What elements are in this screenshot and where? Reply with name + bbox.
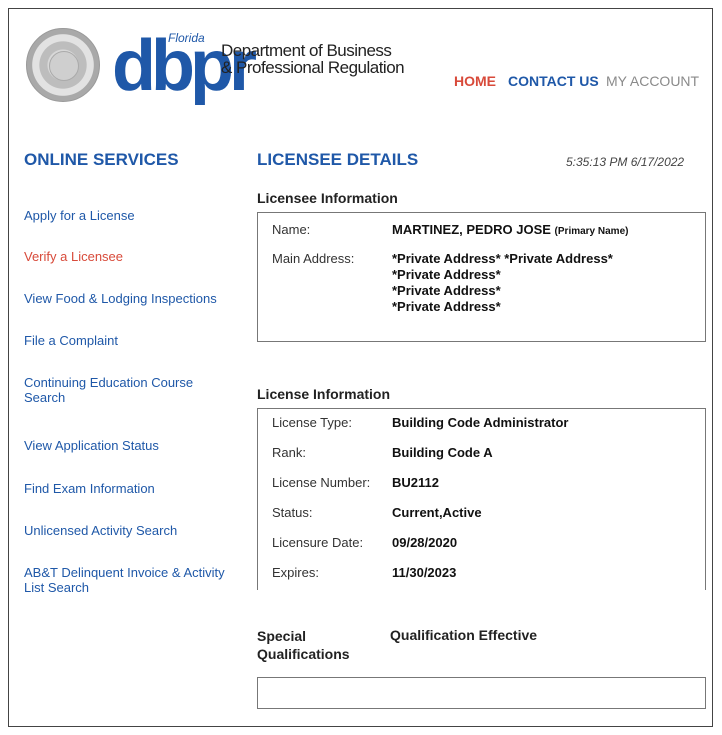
special-qualifications-box [257, 677, 706, 709]
licensee-name: MARTINEZ, PEDRO JOSE [392, 222, 551, 237]
license-number-label: License Number: [272, 475, 371, 490]
name-label: Name: [272, 222, 311, 237]
sidebar-item-apply-license[interactable]: Apply for a License [24, 208, 234, 223]
special-qualifications-line-2: Qualifications [257, 646, 350, 662]
online-services-title: ONLINE SERVICES [24, 150, 179, 169]
nav-home-link[interactable]: HOME [454, 73, 496, 89]
status-value: Current,Active [392, 505, 482, 520]
sidebar-item-ce-course-search[interactable]: Continuing Education Course Search [24, 375, 214, 405]
rank-value: Building Code A [392, 445, 493, 460]
special-qualifications-title: Special Qualifications [257, 627, 350, 663]
address-line-3: *Private Address* [392, 283, 501, 298]
dbpr-logo[interactable]: dbpr Florida [112, 30, 257, 108]
license-number-value: BU2112 [392, 475, 439, 490]
license-information-title: License Information [257, 386, 391, 402]
department-name: Department of Business & Professional Re… [221, 41, 405, 77]
nav-contact-us-link[interactable]: CONTACT US [508, 73, 599, 89]
dbpr-logo-state: Florida [168, 31, 205, 45]
expires-label: Expires: [272, 565, 319, 580]
sidebar-item-application-status[interactable]: View Application Status [24, 438, 234, 453]
seal-center [49, 51, 79, 81]
licensee-information-box: Name: MARTINEZ, PEDRO JOSE (Primary Name… [257, 212, 706, 342]
primary-name-note: (Primary Name) [554, 226, 629, 237]
licensure-date-value: 09/28/2020 [392, 535, 458, 550]
department-line-2: & Professional Regulation [221, 58, 405, 77]
license-type-value: Building Code Administrator [392, 415, 569, 430]
address-line-4: *Private Address* [392, 299, 501, 314]
rank-label: Rank: [272, 445, 306, 460]
nav-my-account-link[interactable]: MY ACCOUNT [606, 73, 699, 89]
sidebar-item-unlicensed-activity[interactable]: Unlicensed Activity Search [24, 523, 234, 538]
license-information-box: License Type: Building Code Administrato… [257, 408, 706, 590]
main-address-value: *Private Address* *Private Address* *Pri… [392, 251, 692, 315]
expires-value: 11/30/2023 [392, 565, 457, 580]
page-frame [8, 8, 713, 727]
florida-state-seal-logo [26, 28, 100, 102]
page-title: LICENSEE DETAILS [257, 150, 419, 169]
status-label: Status: [272, 505, 313, 520]
department-line-1: Department of Business [221, 41, 392, 60]
sidebar-item-verify-licensee[interactable]: Verify a Licensee [24, 249, 234, 264]
timestamp: 5:35:13 PM 6/17/2022 [566, 155, 685, 169]
main-address-label: Main Address: [272, 251, 355, 266]
license-type-label: License Type: [272, 415, 352, 430]
licensee-information-title: Licensee Information [257, 190, 398, 206]
special-qualifications-line-1: Special [257, 628, 307, 644]
sidebar-item-food-lodging-inspections[interactable]: View Food & Lodging Inspections [24, 291, 234, 306]
licensure-date-label: Licensure Date: [272, 535, 364, 550]
sidebar-item-exam-information[interactable]: Find Exam Information [24, 481, 234, 496]
sidebar-item-abt-delinquent-invoice[interactable]: AB&T Delinquent Invoice & Activity List … [24, 565, 229, 595]
address-line-2: *Private Address* [392, 267, 501, 282]
qualification-effective-header: Qualification Effective [390, 627, 538, 643]
sidebar-item-file-complaint[interactable]: File a Complaint [24, 333, 234, 348]
address-line-1: *Private Address* *Private Address* [392, 251, 613, 266]
name-value: MARTINEZ, PEDRO JOSE (Primary Name) [392, 222, 692, 240]
